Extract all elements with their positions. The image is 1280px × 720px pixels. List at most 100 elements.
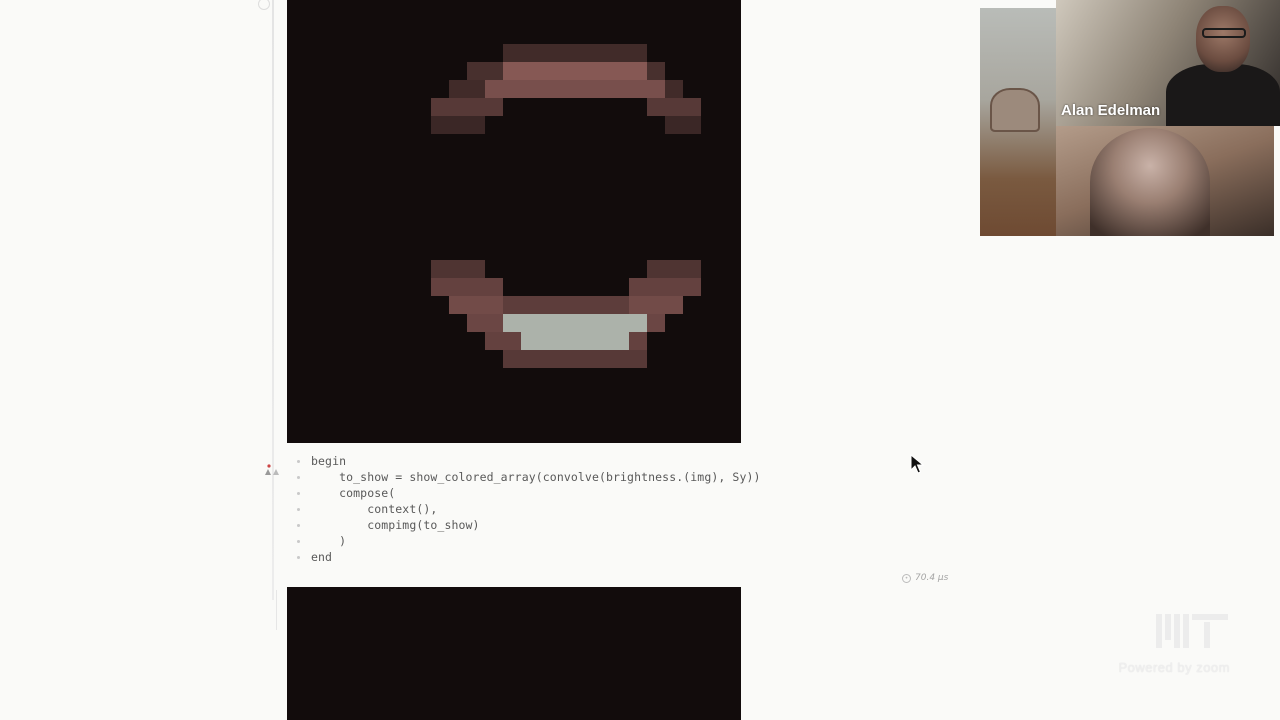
- speaker-silhouette: [1166, 64, 1280, 126]
- image-pixel: [449, 296, 467, 314]
- image-pixel: [539, 296, 557, 314]
- image-pixel: [629, 44, 647, 62]
- mit-logo-icon: [1156, 614, 1228, 648]
- image-pixel: [431, 98, 449, 116]
- image-pixel: [683, 116, 701, 134]
- watermark-caption: Powered by zoom: [1118, 660, 1230, 675]
- image-pixel: [539, 350, 557, 368]
- image-pixel: [665, 260, 683, 278]
- image-pixel: [539, 62, 557, 80]
- image-pixel: [683, 98, 701, 116]
- image-pixel: [503, 80, 521, 98]
- line-marker: [297, 524, 300, 527]
- image-pixel: [611, 44, 629, 62]
- image-pixel: [485, 296, 503, 314]
- image-pixel: [539, 44, 557, 62]
- image-pixel: [629, 332, 647, 350]
- output-image-bottom: [287, 587, 741, 720]
- line-marker: [297, 476, 300, 479]
- image-pixel: [575, 350, 593, 368]
- image-pixel: [467, 80, 485, 98]
- image-pixel: [521, 296, 539, 314]
- clock-icon: •: [902, 573, 911, 583]
- line-marker: [297, 508, 300, 511]
- image-pixel: [665, 98, 683, 116]
- image-pixel: [575, 44, 593, 62]
- image-pixel: [575, 332, 593, 350]
- code-line: compose(: [311, 486, 396, 500]
- speaker-name-label: Alan Edelman: [1061, 102, 1161, 119]
- cell-gutter-line: [272, 0, 274, 600]
- speaker-face: [1196, 6, 1250, 72]
- image-pixel: [629, 314, 647, 332]
- image-pixel: [503, 314, 521, 332]
- cell-pin-icon[interactable]: [262, 462, 282, 476]
- image-pixel: [611, 80, 629, 98]
- image-pixel: [503, 296, 521, 314]
- image-pixel: [647, 260, 665, 278]
- image-pixel: [521, 80, 539, 98]
- image-pixel: [593, 80, 611, 98]
- image-pixel: [629, 278, 647, 296]
- image-pixel: [647, 80, 665, 98]
- speaker-glasses: [1202, 28, 1246, 38]
- video-lamp: [990, 88, 1040, 132]
- code-line: end: [311, 550, 333, 564]
- image-pixel: [431, 260, 449, 278]
- image-pixel: [557, 62, 575, 80]
- image-pixel: [485, 332, 503, 350]
- image-pixel: [557, 296, 575, 314]
- image-pixel: [593, 314, 611, 332]
- image-pixel: [629, 80, 647, 98]
- line-marker: [297, 556, 300, 559]
- image-pixel: [611, 296, 629, 314]
- image-pixel: [467, 116, 485, 134]
- runtime-indicator: • 70.4 μs: [902, 571, 948, 585]
- image-pixel: [575, 62, 593, 80]
- image-pixel: [557, 80, 575, 98]
- image-pixel: [557, 350, 575, 368]
- image-pixel: [467, 98, 485, 116]
- image-pixel: [611, 332, 629, 350]
- image-pixel: [503, 332, 521, 350]
- code-line: context(),: [311, 502, 438, 516]
- image-pixel: [539, 314, 557, 332]
- output-image-top: [287, 0, 741, 443]
- image-pixel: [593, 44, 611, 62]
- image-pixel: [611, 314, 629, 332]
- image-pixel: [485, 80, 503, 98]
- image-pixel: [467, 314, 485, 332]
- image-pixel: [647, 296, 665, 314]
- image-pixel: [503, 44, 521, 62]
- cell-handle-icon[interactable]: [258, 0, 270, 10]
- image-pixel: [449, 98, 467, 116]
- image-pixel: [647, 62, 665, 80]
- image-pixel: [449, 278, 467, 296]
- image-pixel: [683, 278, 701, 296]
- line-marker: [297, 540, 300, 543]
- image-pixel: [557, 332, 575, 350]
- image-pixel: [665, 116, 683, 134]
- image-pixel: [485, 278, 503, 296]
- mouse-cursor-icon: [910, 453, 925, 478]
- cell-gutter-line: [276, 590, 277, 630]
- image-pixel: [575, 296, 593, 314]
- image-pixel: [629, 350, 647, 368]
- image-pixel: [593, 296, 611, 314]
- image-pixel: [467, 260, 485, 278]
- image-pixel: [467, 62, 485, 80]
- image-pixel: [575, 314, 593, 332]
- image-pixel: [557, 44, 575, 62]
- image-pixel: [629, 296, 647, 314]
- image-pixel: [521, 314, 539, 332]
- image-pixel: [449, 116, 467, 134]
- image-pixel: [449, 260, 467, 278]
- image-pixel: [665, 80, 683, 98]
- image-pixel: [503, 62, 521, 80]
- code-cell[interactable]: begin to_show = show_colored_array(convo…: [287, 452, 987, 572]
- image-pixel: [521, 62, 539, 80]
- mit-watermark: Powered by zoom: [1080, 610, 1230, 680]
- image-pixel: [647, 314, 665, 332]
- runtime-text: 70.4 μs: [915, 573, 949, 583]
- image-pixel: [485, 314, 503, 332]
